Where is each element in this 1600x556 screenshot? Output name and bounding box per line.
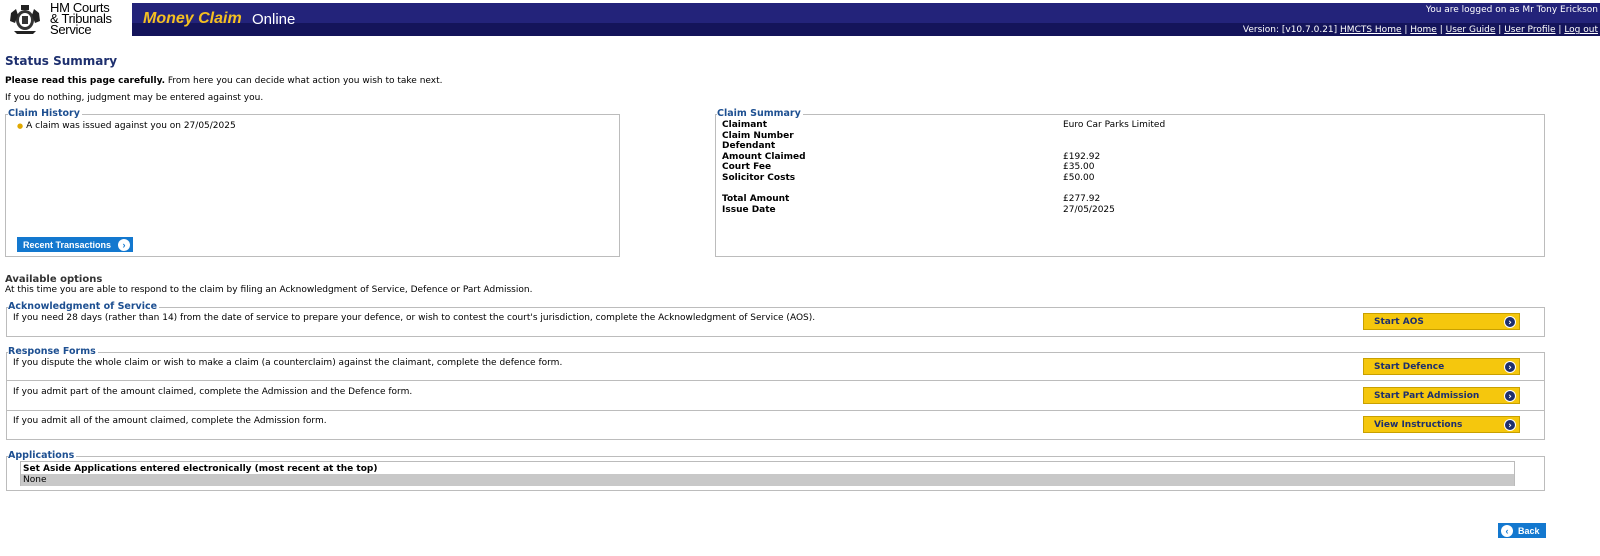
intro-text: Please read this page carefully. From he… [5,76,443,86]
summary-label-defendant: Defendant [722,141,776,151]
claim-summary-legend: Claim Summary [717,108,803,119]
summary-label-claim-number: Claim Number [722,131,794,141]
response-row-text: If you admit all of the amount claimed, … [13,416,327,426]
intro-rest: From here you can decide what action you… [165,76,443,86]
link-user-guide[interactable]: User Guide [1446,25,1496,35]
chevron-right-icon: › [1504,390,1516,402]
history-item-text: A claim was issued against you on 27/05/… [26,121,236,131]
chevron-right-icon: › [118,239,130,251]
available-options-title: Available options [5,274,103,285]
summary-label-issue-date: Issue Date [722,205,776,215]
claim-history-box [5,114,620,257]
hmcts-logo[interactable]: HM Courts & Tribunals Service [0,0,132,38]
response-forms-legend: Response Forms [8,346,98,357]
brand-title: Money Claim [143,10,242,27]
summary-label-total-amount: Total Amount [722,194,790,204]
summary-label-claimant: Claimant [722,120,768,130]
applications-table-header: Set Aside Applications entered electroni… [23,464,378,474]
chevron-right-icon: › [1504,361,1516,373]
claim-history-legend: Claim History [8,108,82,119]
link-hmcts-home[interactable]: HMCTS Home [1340,25,1401,35]
page-title: Status Summary [5,54,118,68]
summary-label-court-fee: Court Fee [722,162,772,172]
row-divider [7,380,1544,381]
chevron-left-icon: ‹ [1501,525,1513,537]
available-options-text: At this time you are able to respond to … [5,285,533,295]
version-text: Version: [v10.7.0.21] [1242,25,1338,35]
recent-transactions-label: Recent Transactions [23,239,112,250]
back-label: Back [1518,525,1540,536]
top-links: Version: [v10.7.0.21] HMCTS Home | Home … [1242,25,1598,35]
brand-suffix: Online [252,11,296,28]
aos-text: If you need 28 days (rather than 14) fro… [13,313,816,323]
summary-value-claimant: Euro Car Parks Limited [1063,120,1166,130]
royal-crest-icon [10,5,40,34]
hmcts-logo-text: HM Courts & Tribunals Service [50,1,112,36]
summary-value-total-amount: £277.92 [1063,194,1101,204]
recent-transactions-button[interactable]: Recent Transactions › [17,237,133,252]
link-home[interactable]: Home [1410,25,1437,35]
summary-label-solicitor-costs: Solicitor Costs [722,173,796,183]
table-cell-empty: None [23,475,47,485]
intro-bold: Please read this page carefully. [5,76,166,86]
response-row-text: If you dispute the whole claim or wish t… [13,358,563,368]
link-log-out[interactable]: Log out [1564,25,1598,35]
table-row: None [21,474,1514,486]
warning-text: If you do nothing, judgment may be enter… [5,93,264,103]
aos-legend: Acknowledgment of Service [8,301,160,312]
history-item: ● A claim was issued against you on 27/05… [17,121,236,131]
summary-value-court-fee: £35.00 [1063,162,1095,172]
claim-summary-box [715,114,1545,257]
link-user-profile[interactable]: User Profile [1504,25,1555,35]
bullet-icon: ● [17,122,24,130]
applications-legend: Applications [8,450,77,461]
start-part-admission-label: Start Part Admission [1374,390,1480,401]
row-divider [7,410,1544,411]
chevron-right-icon: › [1504,419,1516,431]
logged-on-text: You are logged on as Mr Tony Erickson [1425,5,1598,15]
start-defence-button[interactable]: Start Defence › [1363,358,1520,375]
start-aos-label: Start AOS [1374,316,1424,327]
view-instructions-label: View Instructions [1374,419,1463,430]
back-button[interactable]: ‹ Back [1498,523,1546,538]
chevron-right-icon: › [1504,316,1516,328]
start-defence-label: Start Defence [1374,361,1445,372]
summary-value-solicitor-costs: £50.00 [1063,173,1095,183]
banner-top [132,3,1600,23]
summary-value-amount-claimed: £192.92 [1063,152,1101,162]
site-header: HM Courts & Tribunals Service Money Clai… [0,0,1600,38]
summary-label-amount-claimed: Amount Claimed [722,152,806,162]
start-aos-button[interactable]: Start AOS › [1363,313,1520,330]
start-part-admission-button[interactable]: Start Part Admission › [1363,387,1520,404]
applications-table: Set Aside Applications entered electroni… [20,461,1515,486]
summary-value-issue-date: 27/05/2025 [1063,205,1115,215]
response-row-text: If you admit part of the amount claimed,… [13,387,413,397]
view-instructions-button[interactable]: View Instructions › [1363,416,1520,433]
